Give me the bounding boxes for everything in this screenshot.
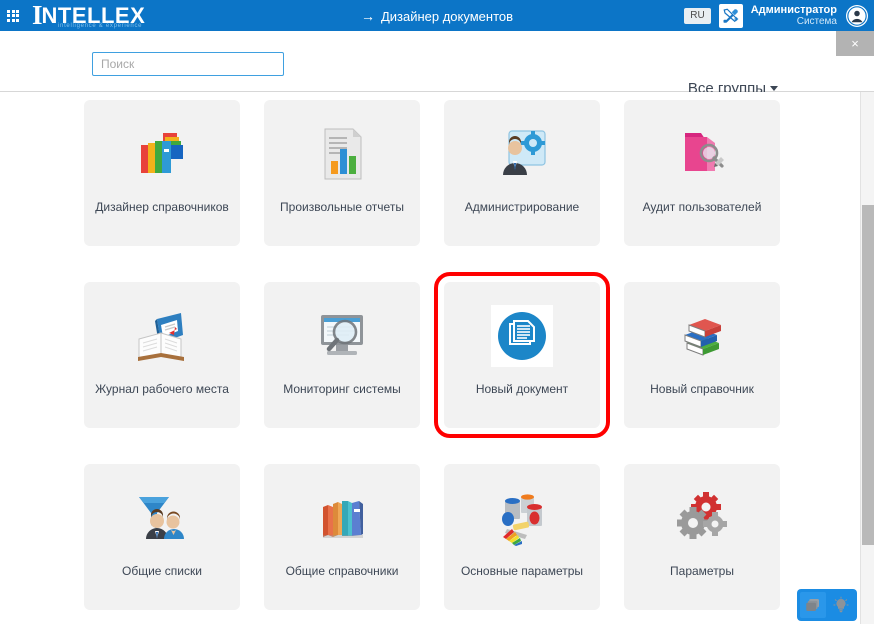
tile-label: Журнал рабочего места bbox=[95, 382, 229, 396]
tile-label: Мониторинг системы bbox=[283, 382, 401, 396]
page-title-arrow-icon: → bbox=[360, 7, 375, 24]
user-gear-icon bbox=[490, 122, 554, 186]
tile-label: Произвольные отчеты bbox=[280, 200, 404, 214]
tools-icon-svg bbox=[723, 8, 739, 23]
tile-administration[interactable]: Администрирование bbox=[444, 100, 600, 246]
open-book-icon bbox=[130, 304, 194, 368]
tile-area: Дизайнер справочников Произвольные отчет… bbox=[0, 92, 860, 624]
gears-icon bbox=[670, 486, 734, 550]
apps-grid-icon[interactable] bbox=[7, 9, 22, 22]
tile-label: Дизайнер справочников bbox=[95, 200, 229, 214]
books-row-icon bbox=[310, 486, 374, 550]
top-header-bar: I NTELLEX intelligence & experience → Диз… bbox=[0, 0, 874, 31]
user-name: Администратор bbox=[750, 3, 837, 16]
stacked-books-icon bbox=[670, 304, 734, 368]
lightbulb-hint-icon[interactable] bbox=[828, 592, 854, 618]
chevron-down-icon bbox=[770, 86, 778, 91]
avatar-glyph bbox=[847, 5, 867, 26]
tools-icon[interactable] bbox=[718, 3, 743, 28]
tile-label: Основные параметры bbox=[460, 564, 584, 578]
tile-common-directories[interactable]: Общие справочники bbox=[264, 464, 420, 610]
app-logo[interactable]: I NTELLEX intelligence & experience bbox=[32, 0, 145, 31]
tile-custom-reports[interactable]: Произвольные отчеты bbox=[264, 100, 420, 246]
tile-new-directory[interactable]: Новый справочник bbox=[624, 282, 780, 428]
page-title-label: Дизайнер документов bbox=[380, 8, 514, 24]
lightbulb-glyph bbox=[833, 596, 849, 613]
language-button[interactable]: RU bbox=[684, 7, 711, 24]
tile-label: Новый документ bbox=[475, 382, 569, 396]
paint-cans-palette-icon bbox=[490, 486, 554, 550]
tile-workplace-journal[interactable]: Журнал рабочего места bbox=[84, 282, 240, 428]
tile-designer-directories[interactable]: Дизайнер справочников bbox=[84, 100, 240, 246]
windows-stack-icon[interactable] bbox=[800, 592, 826, 618]
tile-label: Аудит пользователей bbox=[642, 200, 762, 214]
user-info[interactable]: Администратор Система bbox=[751, 4, 837, 28]
logo-tagline: intelligence & experience bbox=[58, 23, 143, 29]
tile-label: Параметры bbox=[670, 564, 734, 578]
tile-label: Администрирование bbox=[464, 200, 580, 214]
header-right-group: RU Администратор Система bbox=[684, 0, 874, 31]
logo-initial: I bbox=[32, 0, 42, 30]
tile-grid: Дизайнер справочников Произвольные отчет… bbox=[84, 100, 780, 610]
vertical-scrollbar-track[interactable] bbox=[860, 92, 874, 624]
tile-new-document[interactable]: Новый документ bbox=[434, 272, 610, 438]
tile-parameters[interactable]: Параметры bbox=[624, 464, 780, 610]
filter-toolbar: Все группы bbox=[0, 31, 874, 97]
new-document-icon bbox=[490, 304, 554, 368]
monitor-magnifier-icon bbox=[310, 304, 374, 368]
user-role: Система bbox=[796, 15, 837, 27]
floating-action-bar bbox=[797, 589, 857, 621]
search-input[interactable] bbox=[92, 52, 284, 76]
tile-system-monitoring[interactable]: Мониторинг системы bbox=[264, 282, 420, 428]
tile-user-audit[interactable]: Аудит пользователей bbox=[624, 100, 780, 246]
folder-magnifier-pencil-icon bbox=[670, 122, 734, 186]
report-chart-document-icon bbox=[310, 122, 374, 186]
funnel-people-icon bbox=[130, 486, 194, 550]
colored-books-icon bbox=[130, 122, 194, 186]
tile-label: Новый справочник bbox=[650, 382, 754, 396]
tile-label: Общие списки bbox=[122, 564, 202, 578]
user-avatar-icon[interactable] bbox=[846, 4, 868, 27]
tile-main-parameters[interactable]: Основные параметры bbox=[444, 464, 600, 610]
windows-stack-glyph bbox=[806, 599, 819, 611]
tile-common-lists[interactable]: Общие списки bbox=[84, 464, 240, 610]
vertical-scrollbar-thumb[interactable] bbox=[862, 205, 874, 545]
tile-label: Общие справочники bbox=[285, 564, 399, 578]
close-button[interactable]: × bbox=[836, 31, 874, 56]
